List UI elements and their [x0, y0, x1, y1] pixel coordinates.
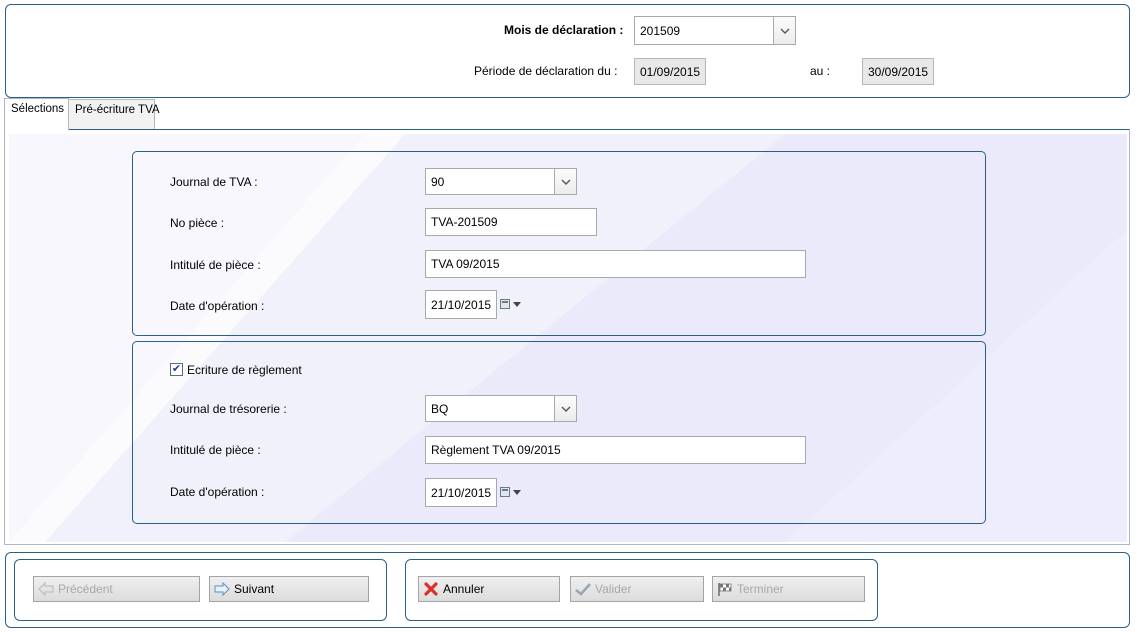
- next-button[interactable]: Suivant: [209, 576, 369, 602]
- red-cross-icon: [423, 581, 439, 597]
- calendar-icon: [500, 487, 510, 497]
- arrow-left-icon: [38, 581, 54, 597]
- month-select-value: 201509: [640, 23, 681, 38]
- previous-button-label: Précédent: [58, 582, 113, 596]
- operation-date-picker[interactable]: [500, 299, 521, 309]
- treasury-journal-value: BQ: [431, 401, 449, 416]
- tab-pre-ecriture-tva[interactable]: Pré-écriture TVA: [68, 99, 160, 129]
- arrow-right-icon: [214, 581, 230, 597]
- piece-no-input[interactable]: TVA-201509: [425, 208, 597, 236]
- previous-button[interactable]: Précédent: [33, 576, 200, 602]
- settlement-section: ✔ Ecriture de règlement Journal de tréso…: [132, 341, 986, 524]
- caret-down-icon: [513, 489, 521, 495]
- settlement-date-picker[interactable]: [500, 487, 521, 497]
- settlement-date-label: Date d'opération :: [170, 485, 265, 499]
- validate-button-label: Valider: [595, 582, 632, 596]
- journal-tva-value: 90: [431, 174, 445, 189]
- chevron-down-icon: [561, 406, 570, 412]
- tab-selections[interactable]: Sélections: [4, 98, 69, 130]
- actions-group: Annuler Valider Terminer: [405, 559, 878, 621]
- validate-button[interactable]: Valider: [570, 576, 704, 602]
- month-select-button[interactable]: [773, 17, 795, 44]
- tva-journal-section: Journal de TVA : 90 No pièce : TVA-20150…: [132, 151, 986, 336]
- period-from-field: 01/09/2015: [634, 58, 706, 85]
- settlement-date-input[interactable]: 21/10/2015: [425, 478, 497, 507]
- journal-tva-dropdown-button[interactable]: [554, 169, 576, 194]
- operation-date-input[interactable]: 21/10/2015: [425, 290, 497, 319]
- chevron-down-icon: [561, 179, 570, 185]
- journal-tva-select[interactable]: 90: [425, 168, 577, 195]
- calendar-icon: [500, 299, 510, 309]
- piece-no-label: No pièce :: [170, 216, 225, 230]
- finish-button[interactable]: Terminer: [712, 576, 865, 602]
- cancel-button-label: Annuler: [443, 582, 485, 596]
- caret-down-icon: [513, 301, 521, 307]
- header-frame: Mois de déclaration : 201509 Période de …: [5, 4, 1130, 98]
- month-select[interactable]: 201509: [634, 16, 796, 45]
- cancel-button[interactable]: Annuler: [418, 576, 560, 602]
- settlement-title-label: Intitulé de pièce :: [170, 443, 261, 457]
- piece-title-label: Intitulé de pièce :: [170, 258, 261, 272]
- checkmark-icon: [575, 581, 591, 597]
- period-label: Période de déclaration du :: [474, 64, 618, 78]
- next-button-label: Suivant: [234, 582, 275, 596]
- navigation-group: Précédent Suivant: [14, 559, 387, 621]
- treasury-journal-dropdown-button[interactable]: [554, 396, 576, 421]
- journal-tva-label: Journal de TVA :: [170, 175, 258, 189]
- settlement-title-input[interactable]: Règlement TVA 09/2015: [425, 436, 806, 464]
- settlement-checkbox[interactable]: ✔: [170, 363, 183, 376]
- operation-date-label: Date d'opération :: [170, 299, 265, 313]
- month-label: Mois de déclaration :: [504, 23, 624, 37]
- treasury-journal-label: Journal de trésorerie :: [170, 402, 287, 416]
- period-to-label: au :: [810, 64, 831, 78]
- checkered-flag-icon: [717, 581, 733, 597]
- treasury-journal-select[interactable]: BQ: [425, 395, 577, 422]
- piece-title-input[interactable]: TVA 09/2015: [425, 250, 806, 278]
- settlement-checkbox-label[interactable]: Ecriture de règlement: [187, 363, 302, 377]
- finish-button-label: Terminer: [737, 582, 784, 596]
- period-to-field: 30/09/2015: [862, 58, 934, 85]
- chevron-down-icon: [780, 28, 789, 34]
